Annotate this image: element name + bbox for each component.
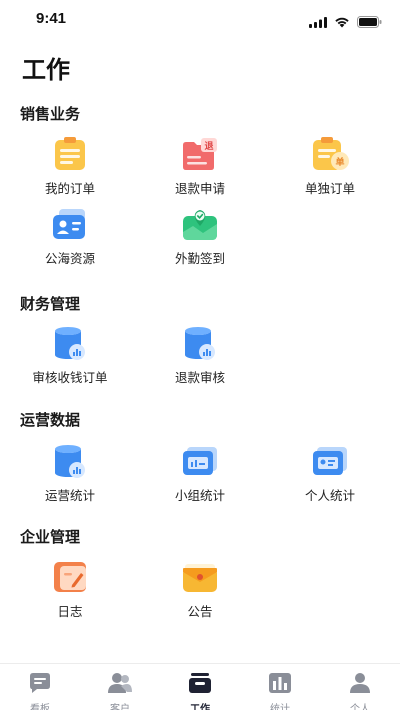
grid-item-label: 我的订单	[44, 181, 95, 196]
grid-item-refund-audit[interactable]: 退款审核	[145, 323, 255, 389]
announcement-envelope-icon	[180, 557, 220, 597]
database-chart-icon	[50, 441, 90, 481]
order-clipboard-icon	[50, 134, 90, 174]
grid-item-label: 公告	[187, 604, 213, 619]
cellular-signal-icon	[309, 13, 327, 32]
database-chart-icon	[180, 323, 220, 363]
section-title-operations: 运营数据	[20, 411, 81, 429]
grid-item-announcement[interactable]: 公告	[145, 557, 255, 623]
work-tray-icon	[188, 672, 212, 698]
grid-item-label: 审核收钱订单	[32, 370, 108, 385]
tab-board[interactable]: 看板	[0, 664, 80, 710]
grid-item-label: 运营统计	[44, 488, 95, 503]
grid-item-label: 退款申请	[174, 181, 225, 196]
grid-item-field-checkin[interactable]: 外勤签到	[145, 204, 255, 270]
section-title-sales: 销售业务	[20, 105, 81, 123]
id-card-icon	[310, 441, 350, 481]
tab-label: 统计	[270, 704, 290, 710]
tab-label: 个人	[350, 704, 370, 710]
grid-item-personal-stats[interactable]: 个人统计	[275, 441, 385, 507]
grid-item-label: 小组统计	[174, 488, 225, 503]
wifi-icon	[334, 13, 350, 32]
grid-item-refund-apply[interactable]: 退 退款申请	[145, 134, 255, 200]
map-checkin-icon	[180, 204, 220, 244]
grid-item-operation-stats[interactable]: 运营统计	[15, 441, 125, 507]
svg-text:退: 退	[204, 141, 213, 152]
svg-text:单: 单	[335, 156, 344, 168]
battery-icon	[357, 13, 382, 32]
single-order-icon: 单	[310, 134, 350, 174]
grid-item-my-orders[interactable]: 我的订单	[15, 134, 125, 200]
bar-stats-icon	[268, 672, 292, 698]
status-time: 9:41	[36, 10, 67, 27]
grid-item-group-stats[interactable]: 小组统计	[145, 441, 255, 507]
grid-item-single-order[interactable]: 单 单独订单	[275, 134, 385, 200]
tab-work[interactable]: 工作	[160, 664, 240, 710]
section-title-finance: 财务管理	[20, 295, 81, 313]
status-bar: 9:41	[0, 0, 400, 40]
grid-item-label: 个人统计	[304, 488, 355, 503]
log-pen-icon	[50, 557, 90, 597]
tab-stats[interactable]: 统计	[240, 664, 320, 710]
grid-item-log[interactable]: 日志	[15, 557, 125, 623]
chat-board-icon	[28, 672, 52, 698]
tab-customers[interactable]: 客户	[80, 664, 160, 710]
grid-item-label: 退款审核	[174, 370, 225, 385]
grid-item-public-resources[interactable]: 公海资源	[15, 204, 125, 270]
person-icon	[348, 672, 372, 698]
refund-folder-icon: 退	[180, 134, 220, 174]
contact-card-icon	[50, 204, 90, 244]
customers-icon	[107, 672, 133, 698]
page-title: 工作	[22, 56, 70, 84]
grid-item-label: 单独订单	[304, 181, 355, 196]
tab-label: 看板	[30, 704, 50, 710]
grid-item-audit-payment-orders[interactable]: 审核收钱订单	[15, 323, 125, 389]
tab-label: 工作	[190, 704, 210, 710]
database-chart-icon	[50, 323, 90, 363]
grid-item-label: 外勤签到	[174, 251, 225, 266]
stats-card-icon	[180, 441, 220, 481]
section-title-enterprise: 企业管理	[20, 528, 81, 546]
grid-item-label: 日志	[57, 604, 83, 619]
grid-item-label: 公海资源	[44, 251, 95, 266]
tab-personal[interactable]: 个人	[320, 664, 400, 710]
tab-label: 客户	[110, 704, 130, 710]
bottom-tab-bar: 看板 客户 工作 统计 个人	[0, 663, 400, 710]
